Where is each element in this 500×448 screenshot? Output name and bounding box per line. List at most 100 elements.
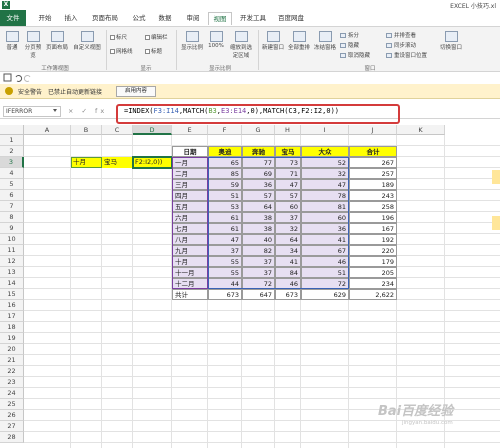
row-header-1[interactable]: 1: [0, 135, 24, 146]
row-header-26[interactable]: 26: [0, 410, 24, 421]
tab-developer[interactable]: 开发工具: [236, 12, 270, 25]
synchronous-scrolling-button[interactable]: 同步滚动: [386, 41, 416, 49]
gridlines-checkbox[interactable]: 网格线: [110, 47, 133, 55]
tab-insert[interactable]: 插入: [60, 12, 82, 25]
table-row-cell[interactable]: 192: [349, 234, 397, 245]
chevron-down-icon[interactable]: [53, 109, 57, 112]
zoom-button[interactable]: 显示比例: [180, 31, 204, 51]
row-header-11[interactable]: 11: [0, 245, 24, 256]
select-all-corner[interactable]: [0, 125, 24, 135]
table-header-cell[interactable]: 合计: [349, 146, 397, 157]
row-header-17[interactable]: 17: [0, 311, 24, 322]
formula-buttons[interactable]: × ✓ fx: [68, 107, 107, 115]
row-header-18[interactable]: 18: [0, 322, 24, 333]
row-header-10[interactable]: 10: [0, 234, 24, 245]
row-header-19[interactable]: 19: [0, 333, 24, 344]
reset-window-position-button[interactable]: 重设窗口位置: [386, 51, 427, 59]
tab-view[interactable]: 视图: [208, 12, 232, 25]
row-header-5[interactable]: 5: [0, 179, 24, 190]
tab-formulas[interactable]: 公式: [128, 12, 150, 25]
row-header-15[interactable]: 15: [0, 289, 24, 300]
row-header-27[interactable]: 27: [0, 421, 24, 432]
tab-baidu-netdisk[interactable]: 百度网盘: [274, 12, 308, 25]
tab-file[interactable]: 文件: [0, 10, 26, 26]
row-header-25[interactable]: 25: [0, 399, 24, 410]
row-header-16[interactable]: 16: [0, 300, 24, 311]
formula-bar-checkbox[interactable]: 编辑栏: [145, 33, 168, 41]
redo-icon[interactable]: [23, 74, 31, 82]
table-row-cell[interactable]: 196: [349, 212, 397, 223]
enable-content-button[interactable]: 启用内容: [116, 86, 156, 97]
table-total-cell[interactable]: 673: [275, 289, 301, 300]
zoom-to-selection-button[interactable]: 缩放到选定区域: [228, 31, 254, 59]
column-header-d[interactable]: D: [133, 125, 172, 135]
row-header-7[interactable]: 7: [0, 201, 24, 212]
tab-home[interactable]: 开始: [34, 12, 56, 25]
row-header-28[interactable]: 28: [0, 432, 24, 443]
undo-icon[interactable]: [15, 74, 23, 82]
column-header-b[interactable]: B: [71, 125, 102, 135]
table-row-cell[interactable]: 205: [349, 267, 397, 278]
page-layout-view-button[interactable]: 页面布局: [45, 31, 69, 51]
row-header-8[interactable]: 8: [0, 212, 24, 223]
column-header-c[interactable]: C: [102, 125, 133, 135]
column-header-i[interactable]: I: [301, 125, 349, 135]
row-header-3[interactable]: 3: [0, 157, 24, 168]
row-header-21[interactable]: 21: [0, 355, 24, 366]
unhide-button[interactable]: 取消隐藏: [340, 51, 370, 59]
table-header-cell[interactable]: 奔驰: [242, 146, 275, 157]
split-button[interactable]: 拆分: [340, 31, 359, 39]
new-window-button[interactable]: 新建窗口: [261, 31, 285, 51]
table-row-cell[interactable]: 267: [349, 157, 397, 168]
column-header-f[interactable]: F: [208, 125, 242, 135]
tab-page-layout[interactable]: 页面布局: [88, 12, 122, 25]
row-header-13[interactable]: 13: [0, 267, 24, 278]
row-header-9[interactable]: 9: [0, 223, 24, 234]
column-header-h[interactable]: H: [275, 125, 301, 135]
row-header-14[interactable]: 14: [0, 278, 24, 289]
column-header-j[interactable]: J: [349, 125, 397, 135]
table-row-cell[interactable]: 220: [349, 245, 397, 256]
row-header-2[interactable]: 2: [0, 146, 24, 157]
view-side-by-side-button[interactable]: 并排查看: [386, 31, 416, 39]
table-header-cell[interactable]: 宝马: [275, 146, 301, 157]
table-total-cell[interactable]: 629: [301, 289, 349, 300]
row-header-6[interactable]: 6: [0, 190, 24, 201]
hide-button[interactable]: 隐藏: [340, 41, 359, 49]
table-row-cell[interactable]: 167: [349, 223, 397, 234]
page-break-preview-button[interactable]: 分页预览: [23, 31, 43, 59]
column-header-e[interactable]: E: [172, 125, 208, 135]
row-header-4[interactable]: 4: [0, 168, 24, 179]
zoom-100-button[interactable]: 100%: [206, 31, 226, 49]
switch-windows-button[interactable]: 切换窗口: [436, 31, 466, 51]
row-header-12[interactable]: 12: [0, 256, 24, 267]
row-header-22[interactable]: 22: [0, 366, 24, 377]
table-total-cell[interactable]: 647: [242, 289, 275, 300]
headings-checkbox[interactable]: 标题: [145, 47, 162, 55]
save-icon[interactable]: [3, 73, 12, 82]
column-header-k[interactable]: K: [397, 125, 445, 135]
tab-review[interactable]: 审阅: [182, 12, 204, 25]
table-header-cell[interactable]: 日期: [172, 146, 208, 157]
column-header-a[interactable]: A: [24, 125, 71, 135]
table-total-cell[interactable]: 共计: [172, 289, 208, 300]
table-row-cell[interactable]: 243: [349, 190, 397, 201]
lookup-brand-cell[interactable]: 宝马: [102, 157, 133, 168]
row-header-20[interactable]: 20: [0, 344, 24, 355]
table-row-cell[interactable]: 179: [349, 256, 397, 267]
row-header-23[interactable]: 23: [0, 377, 24, 388]
tab-data[interactable]: 数据: [154, 12, 176, 25]
ruler-checkbox[interactable]: 标尺: [110, 33, 127, 41]
table-row-cell[interactable]: 234: [349, 278, 397, 289]
freeze-panes-button[interactable]: 冻结窗格: [313, 31, 337, 51]
table-row-cell[interactable]: 257: [349, 168, 397, 179]
normal-view-button[interactable]: 普通: [3, 31, 21, 51]
table-row-cell[interactable]: 258: [349, 201, 397, 212]
arrange-all-button[interactable]: 全部重排: [287, 31, 311, 51]
column-header-g[interactable]: G: [242, 125, 275, 135]
table-header-cell[interactable]: 大众: [301, 146, 349, 157]
custom-views-button[interactable]: 自定义视图: [71, 31, 103, 51]
table-row-cell[interactable]: 189: [349, 179, 397, 190]
table-header-cell[interactable]: 奥迪: [208, 146, 242, 157]
table-total-cell[interactable]: 673: [208, 289, 242, 300]
